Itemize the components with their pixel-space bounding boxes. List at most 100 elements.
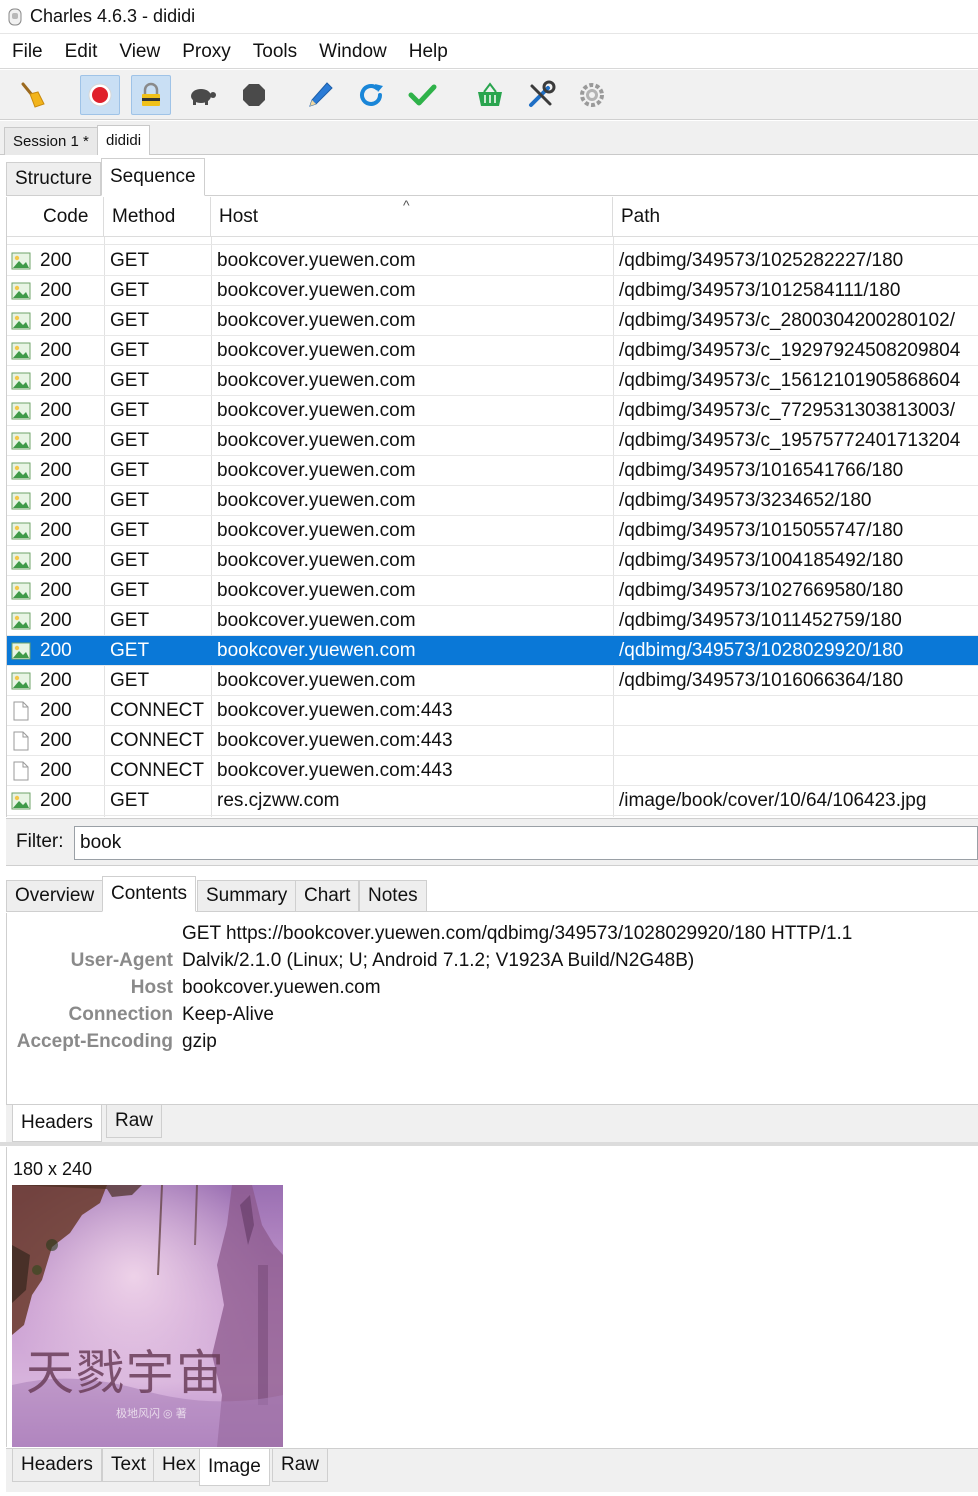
table-row[interactable]: 200 GET bookcover.yuewen.com/qdbimg/349573… bbox=[7, 306, 978, 336]
column-header-path[interactable]: Path bbox=[613, 197, 978, 237]
image-file-icon bbox=[7, 636, 35, 666]
cell-code: 200 bbox=[40, 400, 72, 421]
tab-response-hex[interactable]: Hex bbox=[153, 1449, 205, 1482]
cell-method: CONNECT bbox=[110, 700, 204, 721]
table-row[interactable]: 200 GET bookcover.yuewen.com/qdbimg/349573… bbox=[7, 546, 978, 576]
settings-button[interactable] bbox=[572, 75, 612, 115]
cell-method: GET bbox=[110, 610, 150, 631]
ssl-proxying-button[interactable] bbox=[131, 75, 171, 115]
cell-code: 200 bbox=[40, 250, 72, 271]
tab-response-raw[interactable]: Raw bbox=[272, 1449, 329, 1482]
cell-path: /qdbimg/349573/1016066364/180 bbox=[619, 670, 904, 691]
throttle-button[interactable] bbox=[182, 75, 222, 115]
cell-path: /qdbimg/349573/c_2800304200280102/ bbox=[619, 310, 955, 331]
tab-request-headers[interactable]: Headers bbox=[12, 1105, 102, 1142]
menu-help[interactable]: Help bbox=[398, 41, 459, 63]
tab-overview[interactable]: Overview bbox=[6, 880, 104, 912]
table-row[interactable]: 200 GET bookcover.yuewen.com/qdbimg/349573… bbox=[7, 606, 978, 636]
cell-code: 200 bbox=[40, 460, 72, 481]
table-row[interactable]: 200 GET bookcover.yuewen.com/qdbimg/349573… bbox=[7, 366, 978, 396]
table-row[interactable]: 200 GET bookcover.yuewen.com/qdbimg/349573… bbox=[7, 396, 978, 426]
cell-path bbox=[619, 696, 978, 726]
image-file-icon bbox=[7, 396, 35, 426]
tools-button[interactable] bbox=[521, 75, 561, 115]
table-row[interactable]: 200 GET bookcover.yuewen.com/qdbimg/349573… bbox=[7, 456, 978, 486]
menu-bar: File Edit View Proxy Tools Window Help bbox=[0, 35, 978, 69]
split-pane-divider[interactable] bbox=[0, 1142, 978, 1146]
filter-input[interactable]: book bbox=[74, 826, 978, 860]
table-row[interactable]: 200 CONNECT bookcover.yuewen.com:443 bbox=[7, 756, 978, 786]
charles-app-icon bbox=[8, 8, 22, 25]
cell-path: /qdbimg/349573/1028029920/180 bbox=[619, 640, 904, 661]
table-row[interactable]: 200 GET bookcover.yuewen.com/qdbimg/349573… bbox=[7, 666, 978, 696]
table-row[interactable]: 200 GET bookcover.yuewen.com/qdbimg/349573… bbox=[7, 246, 978, 276]
validate-check-icon bbox=[408, 84, 437, 106]
column-header-code[interactable]: Code bbox=[35, 197, 104, 237]
tab-response-headers[interactable]: Headers bbox=[12, 1449, 102, 1482]
table-row[interactable]: 200 GET bookcover.yuewen.com/qdbimg/349573… bbox=[7, 276, 978, 306]
basket-button[interactable] bbox=[470, 75, 510, 115]
filter-input-value: book bbox=[80, 832, 122, 853]
compose-button[interactable] bbox=[300, 75, 340, 115]
tab-session-1[interactable]: Session 1 * bbox=[4, 127, 98, 155]
cell-method: GET bbox=[110, 490, 150, 511]
column-header-host[interactable]: Host bbox=[211, 197, 613, 237]
breakpoints-button[interactable] bbox=[234, 75, 274, 115]
blank-file-icon bbox=[7, 726, 35, 756]
tab-notes[interactable]: Notes bbox=[359, 880, 427, 912]
image-file-icon bbox=[7, 516, 35, 546]
cell-path: /qdbimg/349573/3234652/180 bbox=[619, 490, 872, 511]
menu-window[interactable]: Window bbox=[308, 41, 398, 63]
table-row[interactable]: 200 GET bookcover.yuewen.com/qdbimg/349573… bbox=[7, 336, 978, 366]
tab-summary[interactable]: Summary bbox=[197, 880, 297, 912]
table-row[interactable]: 200 CONNECT bookcover.yuewen.com:443 bbox=[7, 726, 978, 756]
tab-summary-label: Summary bbox=[206, 885, 288, 906]
table-row[interactable]: 200 CONNECT bookcover.yuewen.com:443 bbox=[7, 696, 978, 726]
clear-session-button[interactable] bbox=[12, 75, 52, 115]
tab-sequence[interactable]: Sequence bbox=[101, 158, 205, 196]
menu-file[interactable]: File bbox=[0, 41, 54, 63]
tools-icon bbox=[529, 80, 556, 107]
tab-session-dididi[interactable]: dididi bbox=[97, 125, 151, 155]
table-row[interactable]: 200 GET bookcover.yuewen.com/qdbimg/349573… bbox=[7, 486, 978, 516]
cell-path: /qdbimg/349573/1015055747/180 bbox=[619, 520, 904, 541]
tab-request-raw[interactable]: Raw bbox=[106, 1105, 163, 1138]
tab-chart[interactable]: Chart bbox=[295, 880, 360, 912]
repeat-button[interactable] bbox=[351, 75, 391, 115]
cell-host: bookcover.yuewen.com:443 bbox=[217, 730, 453, 751]
cell-code: 200 bbox=[40, 550, 72, 571]
filter-bar: Filter: book bbox=[6, 818, 978, 866]
image-file-icon bbox=[7, 456, 35, 486]
image-file-icon bbox=[7, 666, 35, 696]
table-row[interactable]: 200 GET bookcover.yuewen.com/qdbimg/349573… bbox=[7, 426, 978, 456]
tab-structure[interactable]: Structure bbox=[6, 162, 102, 196]
menu-tools[interactable]: Tools bbox=[242, 41, 308, 63]
tab-contents[interactable]: Contents bbox=[102, 876, 197, 912]
cell-code: 200 bbox=[40, 520, 72, 541]
response-image-panel: 180 x 240 天戮宇宙 极地风闪 ◎ 著 bbox=[6, 1147, 978, 1447]
cell-path bbox=[619, 726, 978, 756]
tab-response-image[interactable]: Image bbox=[199, 1449, 270, 1486]
tab-notes-label: Notes bbox=[368, 885, 418, 906]
cell-method: GET bbox=[110, 460, 150, 481]
tab-response-hex-label: Hex bbox=[162, 1454, 196, 1475]
validate-button[interactable] bbox=[402, 75, 442, 115]
cell-path: /qdbimg/349573/c_7729531303813003/ bbox=[619, 400, 955, 421]
cell-host: bookcover.yuewen.com:443 bbox=[217, 700, 453, 721]
image-file-icon bbox=[7, 366, 35, 396]
tab-chart-label: Chart bbox=[304, 885, 351, 906]
table-row[interactable]: 200 GET res.cjzww.com/image/book/cover/10/… bbox=[7, 786, 978, 816]
column-header-method[interactable]: Method bbox=[104, 197, 211, 237]
response-view-tabs: Headers Text Hex Image Raw bbox=[6, 1448, 978, 1492]
cell-path: /qdbimg/349573/1012584111/180 bbox=[619, 280, 901, 301]
table-row[interactable]: 200 GET bookcover.yuewen.com/qdbimg/349573… bbox=[7, 636, 978, 666]
table-row[interactable]: 200 GET bookcover.yuewen.com/qdbimg/349573… bbox=[7, 576, 978, 606]
menu-proxy[interactable]: Proxy bbox=[171, 41, 242, 63]
record-button[interactable] bbox=[80, 75, 120, 115]
menu-edit[interactable]: Edit bbox=[54, 41, 109, 63]
tab-response-text[interactable]: Text bbox=[102, 1449, 155, 1482]
menu-view[interactable]: View bbox=[108, 41, 171, 63]
cell-host: bookcover.yuewen.com bbox=[217, 430, 416, 451]
cell-path: /qdbimg/349573/1004185492/180 bbox=[619, 550, 904, 571]
table-row[interactable]: 200 GET bookcover.yuewen.com/qdbimg/349573… bbox=[7, 516, 978, 546]
